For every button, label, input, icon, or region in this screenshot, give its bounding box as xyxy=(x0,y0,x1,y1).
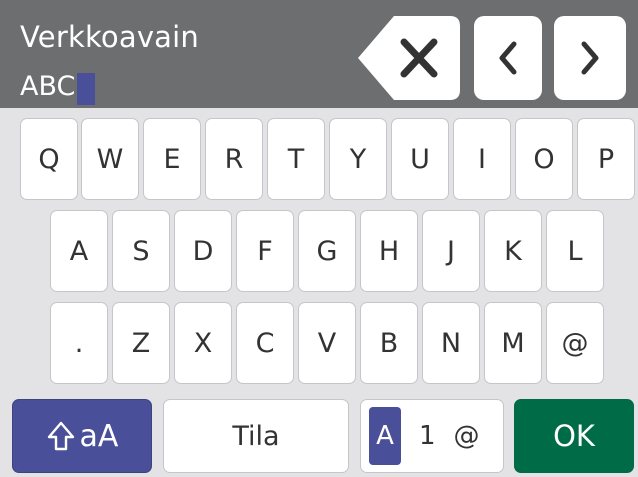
key-x[interactable]: X xyxy=(174,302,232,384)
key-h[interactable]: H xyxy=(360,210,418,292)
entry-value: ABC xyxy=(20,71,76,102)
chevron-right-icon xyxy=(581,41,599,75)
backspace-x-icon xyxy=(358,16,460,100)
input-mode-button[interactable]: A 1 @ xyxy=(360,399,504,473)
key-j[interactable]: J xyxy=(422,210,480,292)
key-p[interactable]: P xyxy=(577,118,635,200)
key-q[interactable]: Q xyxy=(20,118,78,200)
text-entry-field[interactable]: ABC xyxy=(20,70,96,105)
key-m[interactable]: M xyxy=(484,302,542,384)
key-v[interactable]: V xyxy=(298,302,356,384)
key-s[interactable]: S xyxy=(112,210,170,292)
key-o[interactable]: O xyxy=(515,118,573,200)
input-header: Verkkoavain ABC xyxy=(0,0,638,108)
key-d[interactable]: D xyxy=(174,210,232,292)
key-n[interactable]: N xyxy=(422,302,480,384)
shift-arrow-icon xyxy=(47,421,74,451)
mode-letters-indicator: A xyxy=(369,407,401,465)
case-toggle-button[interactable]: aA xyxy=(12,399,152,473)
case-toggle-label: aA xyxy=(79,418,119,454)
chevron-left-icon xyxy=(499,41,517,75)
key-r[interactable]: R xyxy=(205,118,263,200)
key-l[interactable]: L xyxy=(546,210,604,292)
text-cursor xyxy=(77,73,96,105)
mode-digits-label: 1 xyxy=(419,421,436,451)
ok-button[interactable]: OK xyxy=(514,399,634,473)
key-c[interactable]: C xyxy=(236,302,294,384)
key-g[interactable]: G xyxy=(298,210,356,292)
space-button[interactable]: Tila xyxy=(163,399,349,473)
key-t[interactable]: T xyxy=(267,118,325,200)
key-at[interactable]: @ xyxy=(546,302,604,384)
key-i[interactable]: I xyxy=(453,118,511,200)
field-title: Verkkoavain xyxy=(20,20,199,54)
key-k[interactable]: K xyxy=(484,210,542,292)
key-y[interactable]: Y xyxy=(329,118,387,200)
key-u[interactable]: U xyxy=(391,118,449,200)
key-period[interactable]: . xyxy=(50,302,108,384)
key-f[interactable]: F xyxy=(236,210,294,292)
mode-symbols-label: @ xyxy=(453,421,480,451)
backspace-button[interactable] xyxy=(358,16,460,100)
key-z[interactable]: Z xyxy=(112,302,170,384)
key-e[interactable]: E xyxy=(143,118,201,200)
key-a[interactable]: A xyxy=(50,210,108,292)
key-b[interactable]: B xyxy=(360,302,418,384)
key-w[interactable]: W xyxy=(81,118,139,200)
cursor-left-button[interactable] xyxy=(474,16,542,100)
cursor-right-button[interactable] xyxy=(554,16,626,100)
